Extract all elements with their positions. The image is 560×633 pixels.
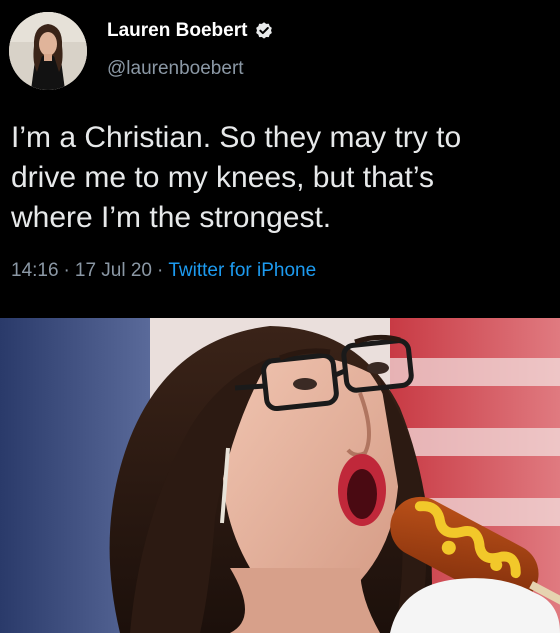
- tweet-time[interactable]: 14:16: [11, 260, 59, 281]
- display-name[interactable]: Lauren Boebert: [107, 20, 247, 42]
- tweet-text-line: drive me to my knees, but that’s: [11, 161, 434, 194]
- tweet-date[interactable]: 17 Jul 20: [75, 260, 152, 281]
- meme-photo-image: [0, 318, 560, 633]
- tweet-source-link[interactable]: Twitter for iPhone: [168, 260, 316, 281]
- author-row: Lauren Boebert: [107, 20, 274, 42]
- profile-avatar[interactable]: [9, 12, 87, 90]
- meta-separator: ·: [63, 260, 70, 281]
- tweet-text-line: I’m a Christian. So they may try to: [11, 121, 462, 154]
- meta-separator: ·: [157, 260, 164, 281]
- avatar-image: [9, 12, 87, 90]
- verified-badge-icon: [256, 22, 273, 39]
- tweet-text: I’m a Christian. So they may try to driv…: [11, 118, 551, 238]
- tweet-meta: 14:16 · 17 Jul 20 · Twitter for iPhone: [11, 260, 316, 282]
- tweet-text-line: where I’m the strongest.: [11, 201, 332, 234]
- meme-photo: [0, 318, 560, 633]
- tweet-card: Lauren Boebert @laurenboebert I’m a Chri…: [0, 0, 560, 318]
- author-handle[interactable]: @laurenboebert: [107, 58, 244, 80]
